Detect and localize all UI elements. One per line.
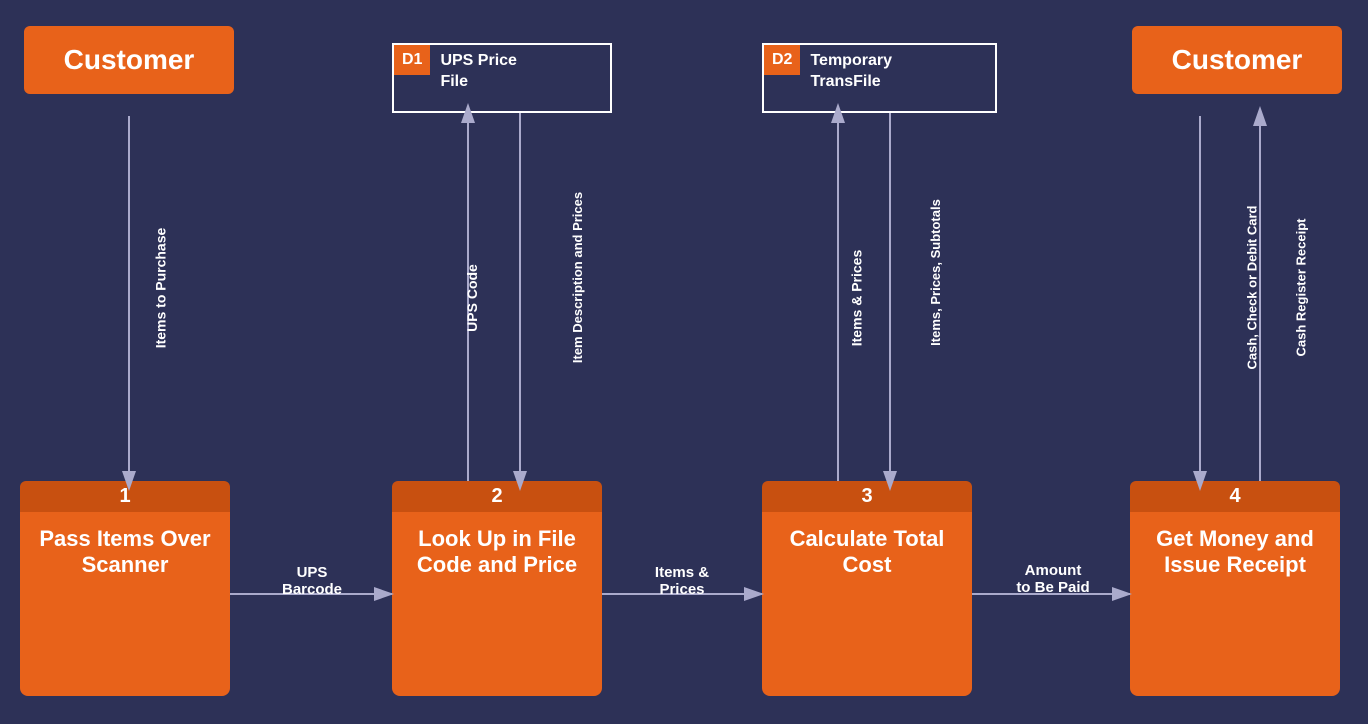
process-4: 4 Get Money andIssue Receipt bbox=[1130, 481, 1340, 696]
process-3-number: 3 bbox=[762, 481, 972, 512]
process-4-number: 4 bbox=[1130, 481, 1340, 512]
process-3-label: Calculate TotalCost bbox=[780, 512, 955, 592]
label-cash-check-debit: Cash, Check or Debit Card bbox=[1245, 206, 1260, 370]
label-ups-code: UPS Code bbox=[464, 264, 480, 332]
actor-customer-right: Customer bbox=[1132, 26, 1342, 94]
process-2: 2 Look Up in FileCode and Price bbox=[392, 481, 602, 696]
label-ups-barcode: UPSBarcode bbox=[252, 564, 372, 598]
diagram-container: Customer Customer D1 UPS PriceFile D2 Te… bbox=[0, 0, 1368, 724]
label-amount-paid: Amountto Be Paid bbox=[988, 562, 1118, 596]
datastore-D1: D1 UPS PriceFile bbox=[392, 43, 612, 113]
process-2-number: 2 bbox=[392, 481, 602, 512]
label-items-prices-v: Items & Prices bbox=[848, 250, 864, 347]
label-items-prices-subtotals: Items, Prices, Subtotals bbox=[928, 199, 943, 346]
label-item-desc-prices: Item Description and Prices bbox=[570, 192, 585, 363]
process-1-number: 1 bbox=[20, 481, 230, 512]
datastore-D2: D2 TemporaryTransFile bbox=[762, 43, 997, 113]
label-items-prices-h: Items &Prices bbox=[622, 564, 742, 598]
actor-customer-left: Customer bbox=[24, 26, 234, 94]
process-2-label: Look Up in FileCode and Price bbox=[407, 512, 587, 592]
process-3: 3 Calculate TotalCost bbox=[762, 481, 972, 696]
label-cash-register-receipt: Cash Register Receipt bbox=[1294, 219, 1309, 357]
process-1: 1 Pass Items OverScanner bbox=[20, 481, 230, 696]
process-1-label: Pass Items OverScanner bbox=[29, 512, 220, 592]
label-items-to-purchase: Items to Purchase bbox=[152, 228, 168, 349]
process-4-label: Get Money andIssue Receipt bbox=[1146, 512, 1324, 592]
